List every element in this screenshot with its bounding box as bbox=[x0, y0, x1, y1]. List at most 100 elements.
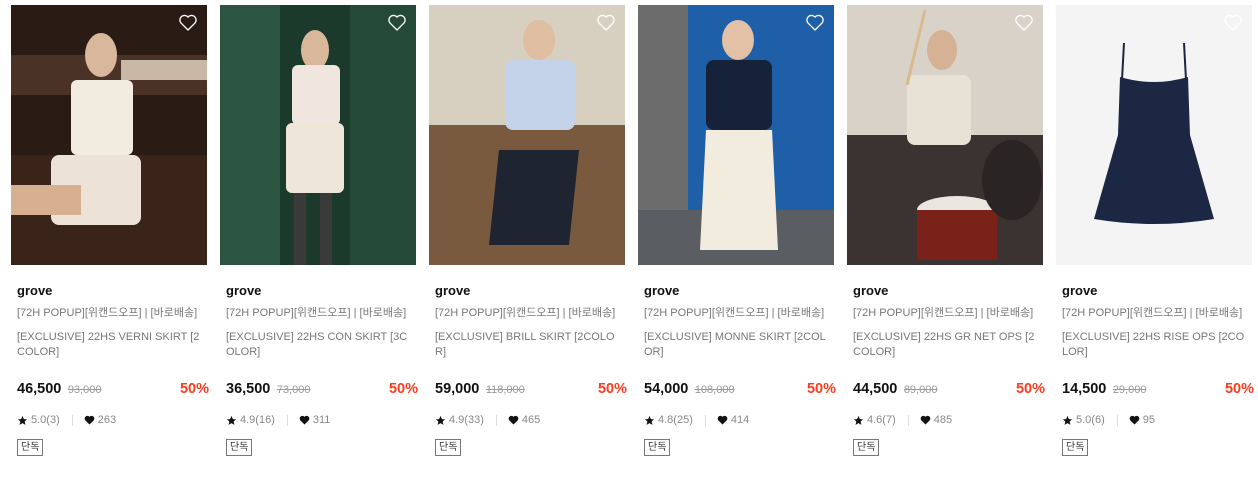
price-row: 59,000 118,000 50% bbox=[435, 380, 627, 398]
product-card[interactable]: grove [72H POPUP][위캔드오프] | [바로배송] [EXCLU… bbox=[11, 5, 209, 456]
star-icon bbox=[226, 415, 237, 425]
product-card[interactable]: grove [72H POPUP][위캔드오프] | [바로배송] [EXCLU… bbox=[220, 5, 418, 456]
product-name[interactable]: [EXCLUSIVE] 22HS CON SKIRT [3COLOR] bbox=[226, 330, 414, 360]
price-row: 36,500 73,000 50% bbox=[226, 380, 418, 398]
discount-rate: 50% bbox=[806, 381, 836, 397]
brand-name[interactable]: grove bbox=[1062, 284, 1252, 298]
original-price: 93,000 bbox=[67, 384, 102, 396]
product-card[interactable]: grove [72H POPUP][위캔드오프] | [바로배송] [EXCLU… bbox=[429, 5, 627, 456]
product-name[interactable]: [EXCLUSIVE] MONNE SKIRT [2COLOR] bbox=[644, 330, 832, 360]
likes-count: 485 bbox=[933, 414, 953, 426]
star-icon bbox=[17, 415, 28, 425]
product-card[interactable]: grove [72H POPUP][위캔드오프] | [바로배송] [EXCLU… bbox=[1056, 5, 1254, 456]
sale-price: 14,500 bbox=[1062, 381, 1107, 397]
price-row: 44,500 89,000 50% bbox=[853, 380, 1045, 398]
rating-value: 4.9(16) bbox=[240, 414, 275, 426]
discount-rate: 50% bbox=[388, 381, 418, 397]
original-price: 29,000 bbox=[1112, 384, 1147, 396]
price-row: 46,500 93,000 50% bbox=[17, 380, 209, 398]
product-image[interactable] bbox=[11, 5, 207, 265]
brand-name[interactable]: grove bbox=[853, 284, 1043, 298]
product-name[interactable]: [EXCLUSIVE] 22HS RISE OPS [2COLOR] bbox=[1062, 330, 1250, 360]
promo-tags: [72H POPUP][위캔드오프] | [바로배송] bbox=[17, 307, 198, 319]
promo-tags: [72H POPUP][위캔드오프] | [바로배송] bbox=[435, 307, 616, 319]
product-image[interactable] bbox=[1056, 5, 1252, 265]
product-photo bbox=[847, 5, 1043, 265]
review-stats: 4.6(7) 485 bbox=[853, 413, 1043, 427]
price-row: 14,500 29,000 50% bbox=[1062, 380, 1254, 398]
product-image[interactable] bbox=[638, 5, 834, 265]
exclusive-badge: 단독 bbox=[435, 439, 462, 456]
likes-count: 465 bbox=[521, 414, 541, 426]
review-stats: 4.9(16) 311 bbox=[226, 413, 416, 427]
product-image[interactable] bbox=[220, 5, 416, 265]
product-photo bbox=[1056, 5, 1252, 265]
likes-heart-icon bbox=[508, 415, 519, 425]
product-card[interactable]: grove [72H POPUP][위캔드오프] | [바로배송] [EXCLU… bbox=[847, 5, 1045, 456]
star-icon bbox=[1062, 415, 1073, 425]
product-name[interactable]: [EXCLUSIVE] 22HS GR NET OPS [2COLOR] bbox=[853, 330, 1041, 360]
rating-value: 5.0(3) bbox=[31, 414, 60, 426]
review-stats: 4.8(25) 414 bbox=[644, 413, 834, 427]
sale-price: 59,000 bbox=[435, 381, 480, 397]
likes-count: 414 bbox=[730, 414, 750, 426]
sale-price: 44,500 bbox=[853, 381, 898, 397]
likes-heart-icon bbox=[717, 415, 728, 425]
original-price: 108,000 bbox=[694, 384, 735, 396]
wishlist-heart-icon[interactable] bbox=[387, 13, 407, 32]
exclusive-badge: 단독 bbox=[17, 439, 44, 456]
product-name[interactable]: [EXCLUSIVE] 22HS VERNI SKIRT [2COLOR] bbox=[17, 330, 205, 360]
sale-price: 36,500 bbox=[226, 381, 271, 397]
product-name[interactable]: [EXCLUSIVE] BRILL SKIRT [2COLOR] bbox=[435, 330, 623, 360]
sale-price: 54,000 bbox=[644, 381, 689, 397]
wishlist-heart-icon[interactable] bbox=[1223, 13, 1243, 32]
product-image[interactable] bbox=[847, 5, 1043, 265]
review-stats: 5.0(3) 263 bbox=[17, 413, 207, 427]
price-row: 54,000 108,000 50% bbox=[644, 380, 836, 398]
brand-name[interactable]: grove bbox=[435, 284, 625, 298]
exclusive-badge: 단독 bbox=[1062, 439, 1089, 456]
product-grid: grove [72H POPUP][위캔드오프] | [바로배송] [EXCLU… bbox=[0, 0, 1258, 480]
promo-tags: [72H POPUP][위캔드오프] | [바로배송] bbox=[853, 307, 1034, 319]
product-photo bbox=[638, 5, 834, 265]
discount-rate: 50% bbox=[1015, 381, 1045, 397]
promo-tags: [72H POPUP][위캔드오프] | [바로배송] bbox=[1062, 307, 1243, 319]
brand-name[interactable]: grove bbox=[17, 284, 207, 298]
product-photo bbox=[11, 5, 207, 265]
product-image[interactable] bbox=[429, 5, 625, 265]
star-icon bbox=[853, 415, 864, 425]
exclusive-badge: 단독 bbox=[644, 439, 671, 456]
likes-heart-icon bbox=[920, 415, 931, 425]
promo-tags: [72H POPUP][위캔드오프] | [바로배송] bbox=[644, 307, 825, 319]
likes-count: 263 bbox=[97, 414, 117, 426]
star-icon bbox=[644, 415, 655, 425]
rating-value: 4.9(33) bbox=[449, 414, 484, 426]
review-stats: 5.0(6) 95 bbox=[1062, 413, 1252, 427]
wishlist-heart-icon[interactable] bbox=[1014, 13, 1034, 32]
original-price: 89,000 bbox=[903, 384, 938, 396]
discount-rate: 50% bbox=[1224, 381, 1254, 397]
likes-count: 311 bbox=[312, 414, 331, 426]
original-price: 73,000 bbox=[276, 384, 311, 396]
rating-value: 4.6(7) bbox=[867, 414, 896, 426]
promo-tags: [72H POPUP][위캔드오프] | [바로배송] bbox=[226, 307, 407, 319]
likes-heart-icon bbox=[84, 415, 95, 425]
product-card[interactable]: grove [72H POPUP][위캔드오프] | [바로배송] [EXCLU… bbox=[638, 5, 836, 456]
rating-value: 5.0(6) bbox=[1076, 414, 1105, 426]
rating-value: 4.8(25) bbox=[658, 414, 693, 426]
discount-rate: 50% bbox=[597, 381, 627, 397]
exclusive-badge: 단독 bbox=[226, 439, 253, 456]
brand-name[interactable]: grove bbox=[226, 284, 416, 298]
wishlist-heart-icon[interactable] bbox=[596, 13, 616, 32]
product-photo bbox=[220, 5, 416, 265]
wishlist-heart-icon[interactable] bbox=[805, 13, 825, 32]
likes-heart-icon bbox=[299, 415, 310, 425]
star-icon bbox=[435, 415, 446, 425]
likes-heart-icon bbox=[1129, 415, 1140, 425]
product-photo bbox=[429, 5, 625, 265]
sale-price: 46,500 bbox=[17, 381, 62, 397]
wishlist-heart-icon[interactable] bbox=[178, 13, 198, 32]
exclusive-badge: 단독 bbox=[853, 439, 880, 456]
brand-name[interactable]: grove bbox=[644, 284, 834, 298]
discount-rate: 50% bbox=[179, 381, 209, 397]
